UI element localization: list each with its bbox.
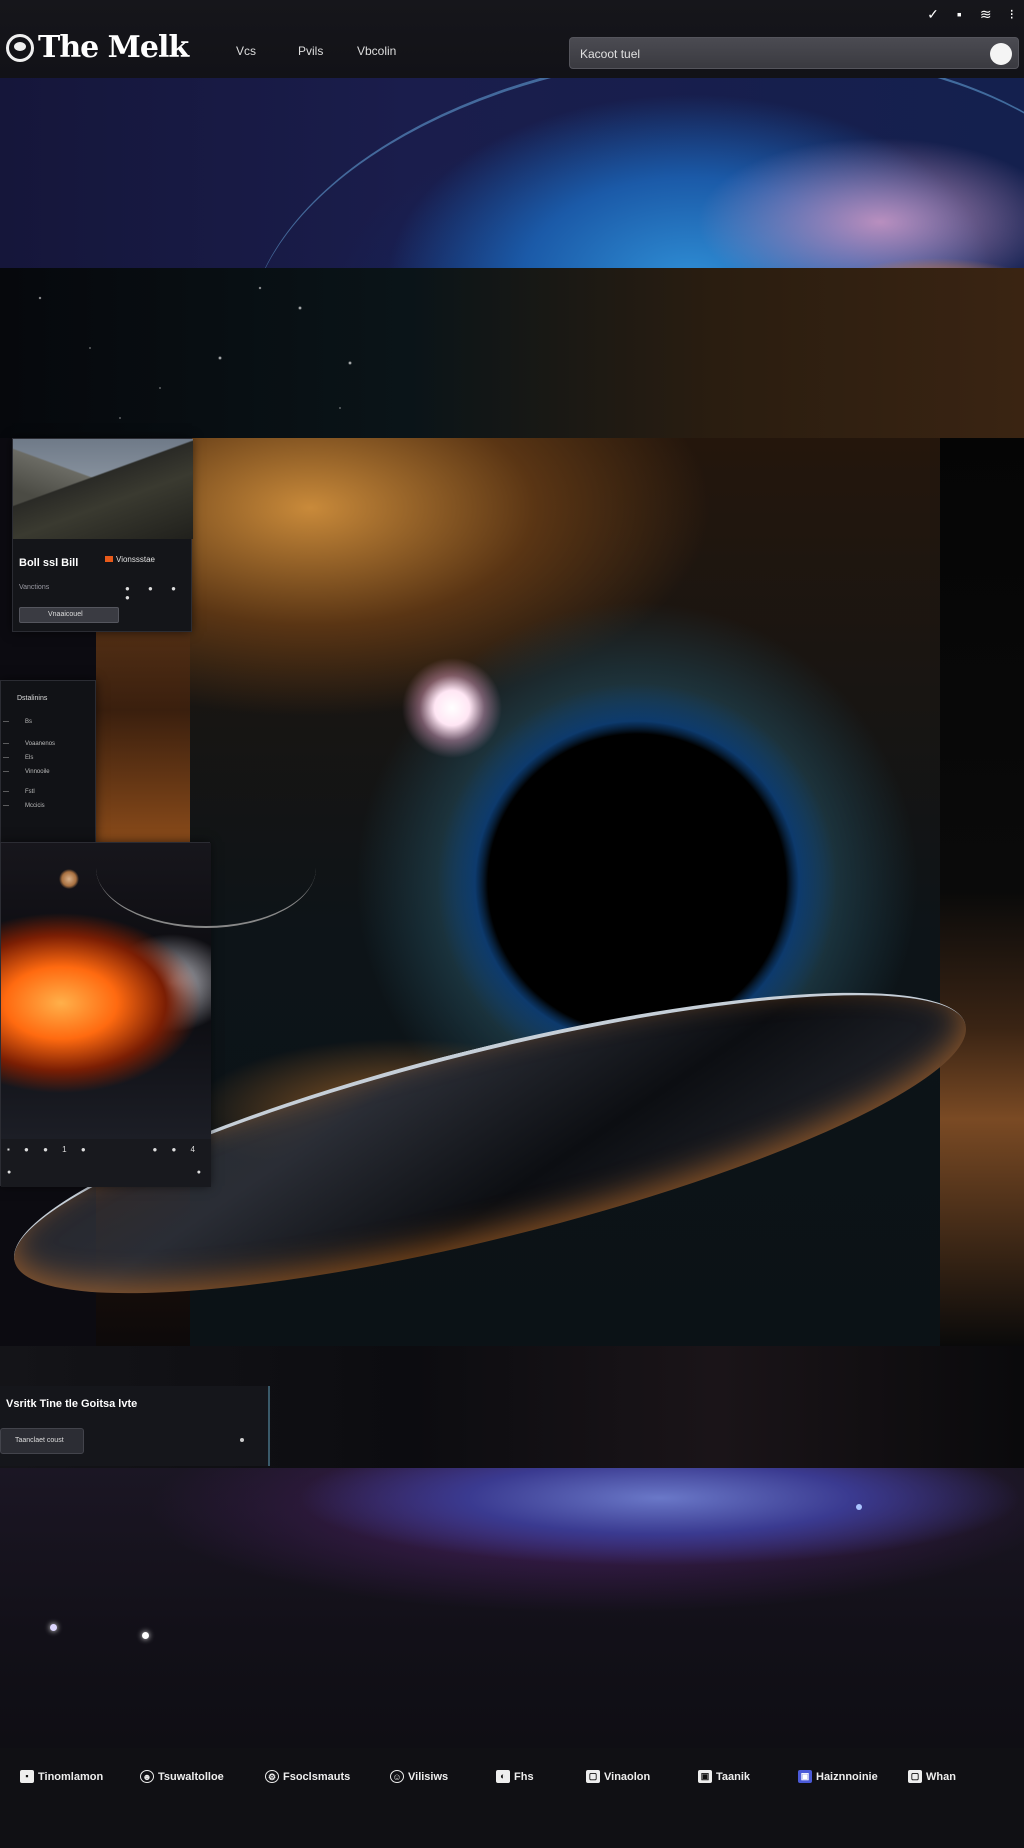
nav-item-2[interactable]: Pvils bbox=[298, 44, 323, 58]
box-icon: ▣ bbox=[698, 1770, 712, 1783]
dots-icon[interactable]: ⁝ bbox=[1010, 6, 1014, 22]
side-image-strip-right bbox=[940, 438, 1024, 1346]
square-icon: ▪ bbox=[20, 1770, 34, 1783]
wifi-icon[interactable]: ✓ bbox=[927, 6, 939, 22]
gear-icon: ⚙ bbox=[265, 1770, 279, 1783]
nav-item-3[interactable]: Vbcolin bbox=[357, 44, 396, 58]
fire-card-toolbar: ▪ ● ● 1 ● ● ● 4 ● ● bbox=[1, 1139, 211, 1187]
fire-thumbnail bbox=[1, 843, 316, 1139]
search-bar bbox=[569, 37, 1019, 69]
footer-item[interactable]: ☺ Vilisiws bbox=[390, 1770, 448, 1783]
search-input[interactable] bbox=[580, 44, 980, 64]
caption-box: Vsritk Tine tle Goitsa lvte Taanclaet co… bbox=[0, 1386, 270, 1466]
battery-icon[interactable]: ▪ bbox=[957, 6, 962, 22]
card-button[interactable]: Vnaaicouel bbox=[19, 607, 119, 623]
stripes-icon[interactable]: ≋ bbox=[980, 6, 992, 22]
hero-stars-banner[interactable] bbox=[0, 268, 1024, 438]
card-meta: Vanctions bbox=[19, 584, 50, 591]
footer-item[interactable]: ▣ Haiznnoinie bbox=[798, 1770, 878, 1783]
mountain-card[interactable]: Boll ssl Bill Vionssstae Vanctions ● ● ●… bbox=[12, 438, 193, 632]
logo-icon bbox=[6, 33, 34, 62]
footer-item[interactable]: ▢ Vinaolon bbox=[586, 1770, 650, 1783]
top-bar: The Melk Vcs Pvils Vbcolin ✓ ▪ ≋ ⁝ bbox=[0, 0, 1024, 78]
hero-galaxy-banner[interactable] bbox=[0, 6, 1024, 618]
footer-item[interactable]: ⚙ Fsoclsmauts bbox=[265, 1770, 350, 1783]
toolbar-dot-left[interactable]: ● bbox=[7, 1169, 11, 1176]
caption-dot-icon bbox=[240, 1438, 244, 1442]
page: The Melk Vcs Pvils Vbcolin ✓ ▪ ≋ ⁝ Boll … bbox=[0, 0, 1024, 1848]
toolbar-icons-left[interactable]: ▪ ● ● 1 ● bbox=[7, 1145, 92, 1154]
bell-icon: ▢ bbox=[908, 1770, 922, 1783]
mask-icon: ☻ bbox=[140, 1770, 154, 1783]
logo-text: The Melk bbox=[38, 30, 189, 65]
nebula-banner bbox=[0, 1468, 1024, 1748]
caption-button[interactable]: Taanclaet coust bbox=[0, 1428, 84, 1454]
footer-item[interactable]: ◐ Fhs bbox=[496, 1770, 534, 1783]
card-action-icons[interactable]: ● ● ● ● bbox=[125, 584, 191, 602]
footer-item[interactable]: ▪ Tinomlamon bbox=[20, 1770, 103, 1783]
blue-square-icon: ▣ bbox=[798, 1770, 812, 1783]
details-list-card: Dstalinins — Bs — Voaanenos — Els — Vinnooil… bbox=[0, 680, 96, 846]
card-title: Boll ssl Bill bbox=[19, 557, 79, 569]
logo[interactable]: The Melk bbox=[6, 30, 189, 65]
person-icon: ☺ bbox=[390, 1770, 404, 1783]
frame-icon: ▢ bbox=[586, 1770, 600, 1783]
list-heading: Dstalinins bbox=[17, 695, 48, 702]
nav-item-1[interactable]: Vcs bbox=[236, 44, 256, 58]
footer-item[interactable]: ▣ Taanik bbox=[698, 1770, 750, 1783]
search-icon[interactable] bbox=[990, 43, 1012, 65]
fire-card[interactable]: ▪ ● ● 1 ● ● ● 4 ● ● bbox=[0, 842, 316, 1187]
toolbar-icons-right[interactable]: ● ● 4 bbox=[152, 1145, 201, 1154]
footer bbox=[0, 1748, 1024, 1848]
caption-text: Vsritk Tine tle Goitsa lvte bbox=[6, 1398, 138, 1410]
chat-icon: ◐ bbox=[496, 1770, 510, 1783]
card-tag: Vionssstae bbox=[105, 555, 155, 564]
footer-item[interactable]: ▢ Whan bbox=[908, 1770, 956, 1783]
footer-item[interactable]: ☻ Tsuwaltolloe bbox=[140, 1770, 224, 1783]
system-icons: ✓ ▪ ≋ ⁝ bbox=[927, 6, 1014, 22]
mountain-thumbnail bbox=[13, 439, 193, 539]
toolbar-dot-right[interactable]: ● bbox=[197, 1169, 201, 1176]
